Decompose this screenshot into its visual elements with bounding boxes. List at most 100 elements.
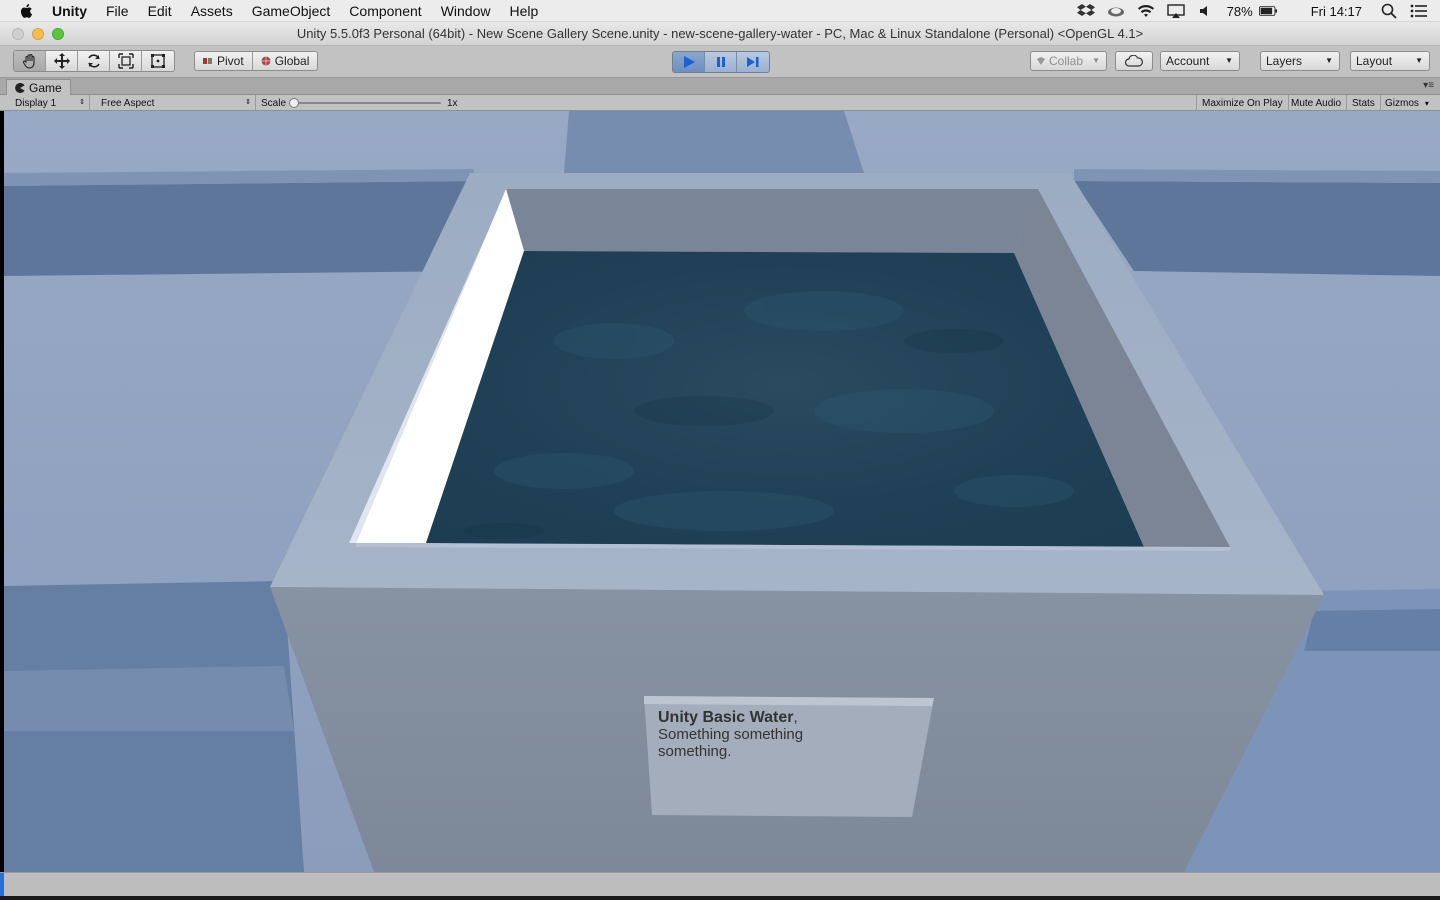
chevron-down-icon: ▾ [1424, 98, 1429, 108]
minimize-window-button[interactable] [32, 28, 44, 40]
gizmos-dropdown[interactable]: Gizmos ▾ [1380, 95, 1434, 111]
battery-percent: 78% [1226, 3, 1253, 19]
plaque-title: Unity Basic Water [658, 709, 794, 726]
cloud-icon [1125, 55, 1143, 67]
menu-window[interactable]: Window [441, 3, 491, 19]
hand-icon [22, 53, 35, 69]
collab-label: Collab [1049, 54, 1084, 68]
move-tool-button[interactable] [46, 51, 78, 71]
rotate-icon [87, 54, 100, 68]
dropbox-icon[interactable] [1076, 3, 1095, 19]
chevron-down-icon: ▼ [1092, 56, 1100, 65]
scale-value: 1x [442, 95, 463, 111]
layout-label: Layout [1356, 54, 1393, 68]
tab-game-label: Game [29, 80, 62, 95]
move-arrows-icon [53, 53, 70, 69]
mute-audio-label: Mute Audio [1291, 97, 1342, 109]
menubar-status-area: 78% Fri 14:17 [1076, 0, 1440, 22]
transform-tools [13, 50, 175, 72]
menu-assets[interactable]: Assets [191, 3, 233, 19]
menu-gameobject[interactable]: GameObject [252, 3, 331, 19]
menu-app-name[interactable]: Unity [52, 3, 87, 19]
cloud-services-button[interactable] [1115, 51, 1153, 71]
stats-toggle[interactable]: Stats [1347, 95, 1381, 111]
aspect-select[interactable]: Free Aspect ⇕ [96, 95, 256, 111]
global-button[interactable]: Global [253, 52, 318, 70]
display-select[interactable]: Display 1 ⇕ [10, 95, 90, 111]
chevron-down-icon: ▼ [1225, 56, 1233, 65]
chevron-down-icon: ▼ [1415, 56, 1423, 65]
unity-toolbar: Pivot Global Collab ▼ Account ▼ Layers ▼… [0, 46, 1440, 78]
global-label: Global [274, 54, 310, 68]
play-button[interactable] [673, 52, 705, 72]
updown-arrows-icon: ⇕ [79, 99, 85, 106]
globe-icon [261, 56, 271, 66]
close-window-button[interactable] [12, 28, 24, 40]
plaque-line-2: Something something [658, 726, 804, 743]
pivot-label: Pivot [217, 54, 244, 68]
pause-button[interactable] [705, 52, 737, 72]
wifi-icon[interactable] [1137, 3, 1155, 19]
plaque-line-3: something. [658, 743, 732, 760]
battery-icon[interactable] [1258, 3, 1277, 19]
menubar-clock[interactable]: Fri 14:17 [1311, 4, 1362, 19]
plaque-title-suffix: , [793, 709, 798, 726]
menu-help[interactable]: Help [509, 3, 538, 19]
game-view-controlbar: Display 1 ⇕ Free Aspect ⇕ Scale 1x Maxim… [0, 95, 1440, 111]
collab-dropdown[interactable]: Collab ▼ [1030, 51, 1107, 71]
scale-value-text: 1x [447, 97, 458, 109]
layers-label: Layers [1266, 54, 1303, 68]
window-controls [12, 28, 64, 40]
updown-arrows-icon: ⇕ [245, 99, 251, 106]
stats-label: Stats [1352, 97, 1375, 109]
maximize-on-play-label: Maximize On Play [1202, 97, 1283, 109]
game-tab-bar: Game ▾≡ [0, 78, 1440, 95]
tab-menu-icon[interactable]: ▾≡ [1423, 80, 1434, 91]
hand-tool-button[interactable] [14, 51, 46, 71]
gizmos-label: Gizmos [1385, 97, 1419, 109]
pivot-button[interactable]: Pivot [195, 52, 253, 70]
zoom-window-button[interactable] [52, 28, 64, 40]
menu-component[interactable]: Component [349, 3, 421, 19]
window-bottom-edge [0, 896, 1440, 900]
macos-menubar: Unity File Edit Assets GameObject Compon… [0, 0, 1440, 22]
volume-icon[interactable] [1197, 3, 1215, 19]
notification-center-icon[interactable] [1410, 3, 1428, 19]
account-label: Account [1166, 54, 1210, 68]
display-label: Display 1 [15, 97, 57, 109]
apple-logo-icon[interactable] [18, 2, 36, 20]
layout-dropdown[interactable]: Layout ▼ [1350, 51, 1430, 71]
play-icon [683, 56, 695, 68]
playback-controls [672, 51, 770, 73]
airplay-icon[interactable] [1166, 3, 1185, 19]
scale-slider-handle[interactable] [289, 98, 299, 108]
step-forward-icon [747, 57, 759, 67]
tab-game[interactable]: Game [6, 79, 71, 95]
collab-icon [1037, 57, 1045, 65]
menu-edit[interactable]: Edit [148, 3, 172, 19]
maximize-on-play-toggle[interactable]: Maximize On Play [1196, 95, 1289, 111]
rect-tool-button[interactable] [142, 51, 174, 71]
window-titlebar: Unity 5.5.0f3 Personal (64bit) - New Sce… [0, 22, 1440, 46]
spotlight-icon[interactable] [1380, 3, 1398, 19]
account-dropdown[interactable]: Account ▼ [1160, 51, 1240, 71]
chevron-down-icon: ▼ [1325, 56, 1333, 65]
scale-slider-track[interactable] [293, 102, 441, 104]
plaque-label: Unity Basic Water, Something something s… [658, 709, 908, 760]
pacman-icon [15, 82, 25, 93]
step-button[interactable] [737, 52, 769, 72]
mute-audio-toggle[interactable]: Mute Audio [1286, 95, 1348, 111]
scale-icon [117, 53, 134, 69]
scale-label-text: Scale [261, 97, 287, 109]
menu-file[interactable]: File [106, 3, 129, 19]
aspect-label: Free Aspect [101, 97, 155, 109]
window-title: Unity 5.5.0f3 Personal (64bit) - New Sce… [296, 26, 1144, 41]
game-viewport[interactable]: Unity Basic Water, Something something s… [4, 111, 1440, 872]
scale-tool-button[interactable] [110, 51, 142, 71]
cloud-icon[interactable] [1107, 3, 1125, 19]
rotate-tool-button[interactable] [78, 51, 110, 71]
rect-transform-icon [151, 54, 165, 68]
pivot-global-toggles: Pivot Global [194, 51, 319, 71]
scale-label: Scale [256, 95, 291, 111]
layers-dropdown[interactable]: Layers ▼ [1260, 51, 1340, 71]
